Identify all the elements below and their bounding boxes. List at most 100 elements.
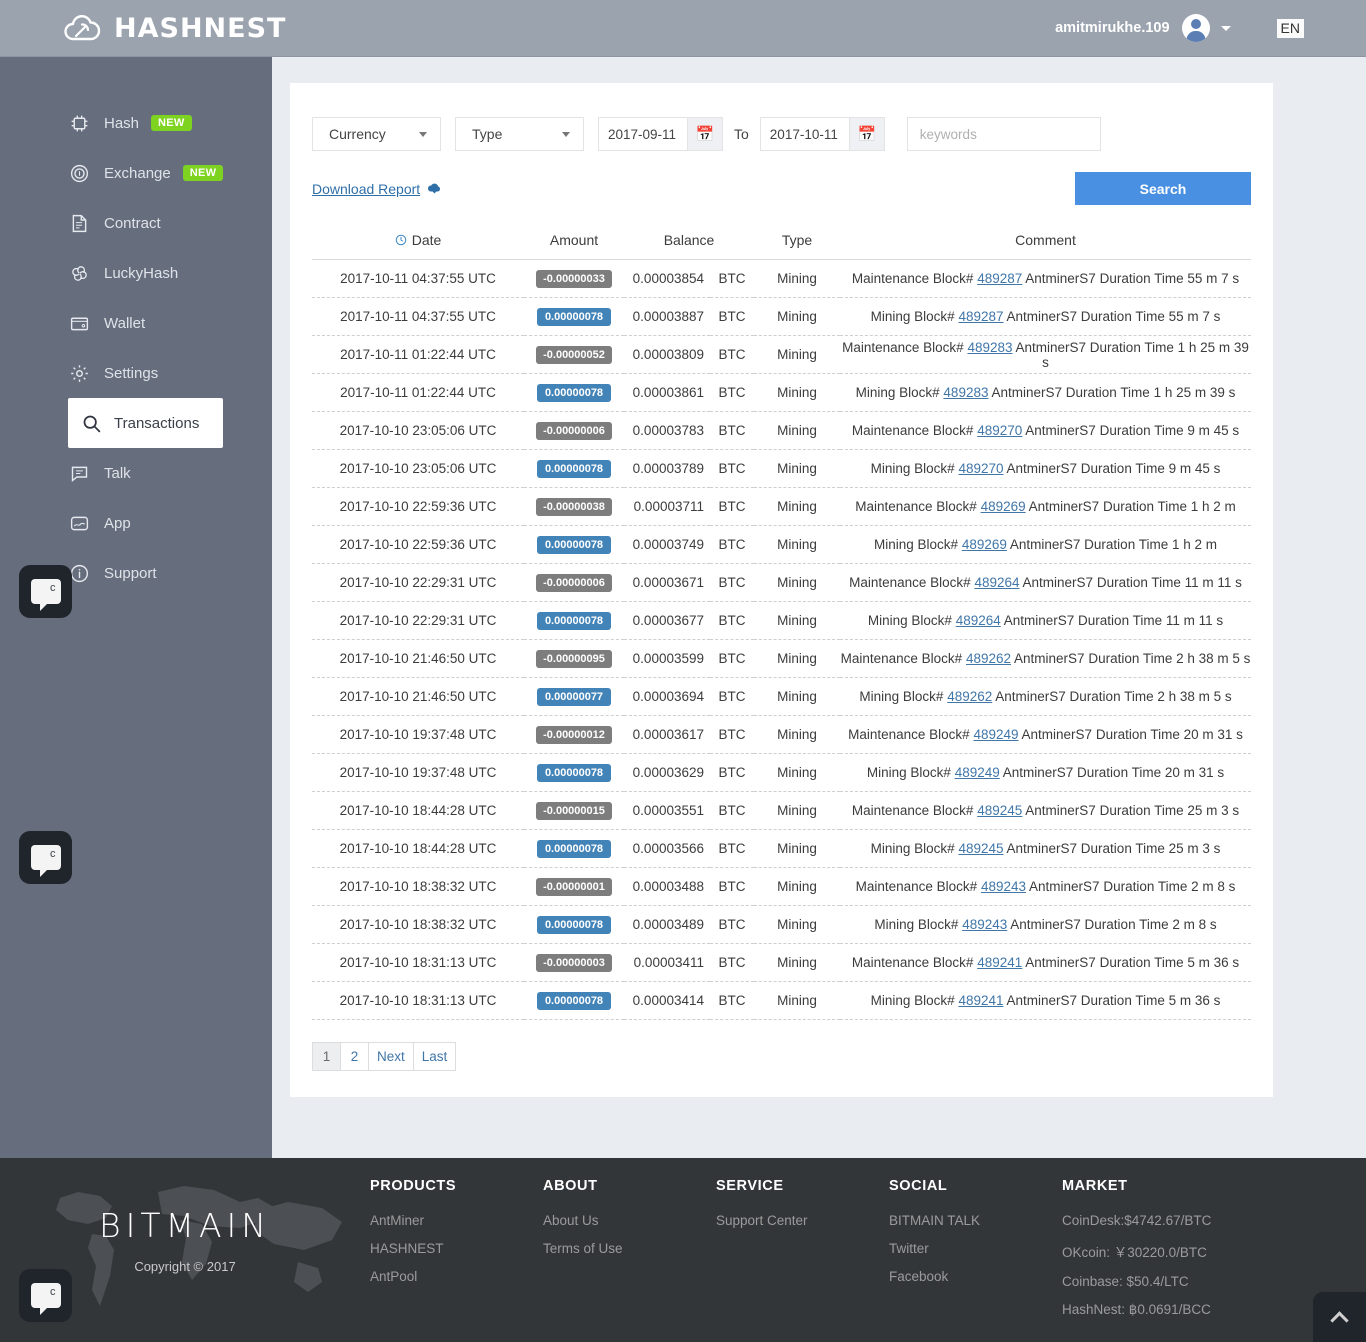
search-button[interactable]: Search	[1075, 172, 1251, 205]
sidebar-item-wallet[interactable]: Wallet	[0, 298, 272, 348]
block-link[interactable]: 489269	[962, 537, 1007, 552]
sidebar-item-luckyhash[interactable]: LuckyHash	[0, 248, 272, 298]
block-link[interactable]: 489270	[958, 461, 1003, 476]
block-link[interactable]: 489287	[977, 271, 1022, 286]
sidebar-item-app[interactable]: App	[0, 498, 272, 548]
chat-widget-button[interactable]: c	[19, 565, 72, 618]
footer-link[interactable]: Facebook	[889, 1269, 1062, 1284]
pagination-item[interactable]: Next	[368, 1042, 414, 1071]
amount-badge: 0.00000078	[537, 459, 611, 478]
sidebar-item-hash[interactable]: Hash NEW	[0, 98, 272, 148]
chat-widget-button[interactable]: c	[19, 1269, 72, 1322]
keywords-input[interactable]	[907, 118, 1100, 150]
sidebar-item-exchange[interactable]: Exchange NEW	[0, 148, 272, 198]
column-header-amount[interactable]: Amount	[524, 232, 624, 260]
footer-column: ABOUT About Us Terms of Use	[543, 1178, 716, 1331]
sidebar-item-transactions[interactable]: Transactions	[68, 398, 223, 448]
currency-select[interactable]: Currency	[312, 117, 441, 151]
column-header-date[interactable]: Date	[312, 232, 524, 260]
comment-prefix: Mining Block#	[874, 537, 959, 552]
comment-suffix: AntminerS7 Duration Time 1 h 25 m 39 s	[991, 385, 1236, 400]
column-header-balance[interactable]: Balance	[624, 232, 754, 260]
comment-prefix: Maintenance Block#	[848, 727, 970, 742]
amount-badge: 0.00000078	[537, 535, 611, 554]
chat-widget-button[interactable]: c	[19, 831, 72, 884]
cell-currency: BTC	[710, 411, 754, 450]
footer-link[interactable]: Terms of Use	[543, 1241, 716, 1256]
block-link[interactable]: 489287	[958, 309, 1003, 324]
sidebar-item-talk[interactable]: Talk	[0, 448, 272, 498]
main-content: Currency Type 📅 To 📅	[272, 57, 1366, 1158]
sidebar-item-settings[interactable]: Settings	[0, 348, 272, 398]
block-link[interactable]: 489262	[947, 689, 992, 704]
block-link[interactable]: 489241	[977, 955, 1022, 970]
sidebar-item-label: App	[104, 514, 131, 532]
cell-type: Mining	[754, 373, 840, 412]
chat-widget-letter: c	[50, 582, 56, 594]
pagination-item[interactable]: 1	[312, 1042, 341, 1071]
cell-date: 2017-10-10 19:37:48 UTC	[312, 715, 524, 754]
download-report-link[interactable]: Download Report	[312, 181, 442, 197]
footer-link[interactable]: HASHNEST	[370, 1241, 543, 1256]
comment-suffix: AntminerS7 Duration Time 11 m 11 s	[1022, 575, 1242, 590]
date-to-field[interactable]: 📅	[759, 117, 885, 151]
footer-link[interactable]: Twitter	[889, 1241, 1062, 1256]
cell-currency: BTC	[710, 753, 754, 792]
cell-amount: -0.00000006	[524, 411, 624, 450]
cell-balance: 0.00003809	[624, 335, 710, 374]
chat-bubble-icon: c	[30, 1283, 61, 1315]
block-link[interactable]: 489270	[977, 423, 1022, 438]
block-link[interactable]: 489269	[981, 499, 1026, 514]
chat-bubble-icon: c	[30, 579, 61, 611]
column-header-type[interactable]: Type	[754, 232, 840, 260]
date-to-input[interactable]	[760, 118, 849, 150]
table-row: 2017-10-10 23:05:06 UTC 0.00000078 0.00003…	[312, 449, 1251, 488]
footer-link[interactable]: Support Center	[716, 1213, 889, 1228]
calendar-icon[interactable]: 📅	[848, 118, 884, 150]
scroll-to-top-button[interactable]	[1313, 1292, 1366, 1342]
sidebar-item-label: Settings	[104, 364, 159, 382]
block-link[interactable]: 489249	[973, 727, 1018, 742]
block-link[interactable]: 489283	[967, 340, 1012, 355]
cell-type: Mining	[754, 981, 840, 1020]
avatar[interactable]	[1181, 14, 1210, 42]
amount-badge: -0.00000038	[536, 497, 612, 516]
footer-link[interactable]: AntMiner	[370, 1213, 543, 1228]
block-link[interactable]: 489283	[943, 385, 988, 400]
block-link[interactable]: 489264	[956, 613, 1001, 628]
cell-date: 2017-10-10 18:38:32 UTC	[312, 905, 524, 944]
table-row: 2017-10-10 18:38:32 UTC -0.00000001 0.0000…	[312, 867, 1251, 906]
language-selector[interactable]: EN	[1276, 18, 1304, 38]
keywords-field[interactable]	[906, 117, 1101, 151]
comment-prefix: Mining Block#	[870, 309, 955, 324]
footer-column: PRODUCTS AntMiner HASHNEST AntPool	[370, 1178, 543, 1331]
block-link[interactable]: 489245	[977, 803, 1022, 818]
sidebar-item-contract[interactable]: Contract	[0, 198, 272, 248]
cell-date: 2017-10-10 23:05:06 UTC	[312, 449, 524, 488]
pagination-item[interactable]: Last	[412, 1042, 457, 1071]
date-from-field[interactable]: 📅	[598, 117, 723, 151]
block-link[interactable]: 489245	[958, 841, 1003, 856]
block-link[interactable]: 489264	[974, 575, 1019, 590]
pagination-item[interactable]: 2	[340, 1042, 369, 1071]
date-from-input[interactable]	[599, 118, 687, 150]
cell-balance: 0.00003617	[624, 715, 710, 754]
block-link[interactable]: 489262	[966, 651, 1011, 666]
cell-currency: BTC	[710, 829, 754, 868]
cell-comment: Maintenance Block# 489269 AntminerS7 Dur…	[840, 487, 1251, 526]
calendar-icon[interactable]: 📅	[687, 118, 722, 150]
cell-currency: BTC	[710, 563, 754, 602]
footer-link[interactable]: About Us	[543, 1213, 716, 1228]
block-link[interactable]: 489243	[981, 879, 1026, 894]
cell-date: 2017-10-11 04:37:55 UTC	[312, 297, 524, 336]
footer-link[interactable]: AntPool	[370, 1269, 543, 1284]
block-link[interactable]: 489243	[962, 917, 1007, 932]
cell-amount: 0.00000078	[524, 449, 624, 488]
brand-logo[interactable]: HASHNEST	[62, 13, 286, 44]
chevron-down-icon[interactable]	[1220, 25, 1231, 31]
cell-balance: 0.00003694	[624, 677, 710, 716]
block-link[interactable]: 489241	[958, 993, 1003, 1008]
footer-link[interactable]: BITMAIN TALK	[889, 1213, 1062, 1228]
block-link[interactable]: 489249	[955, 765, 1000, 780]
type-select[interactable]: Type	[455, 117, 584, 151]
